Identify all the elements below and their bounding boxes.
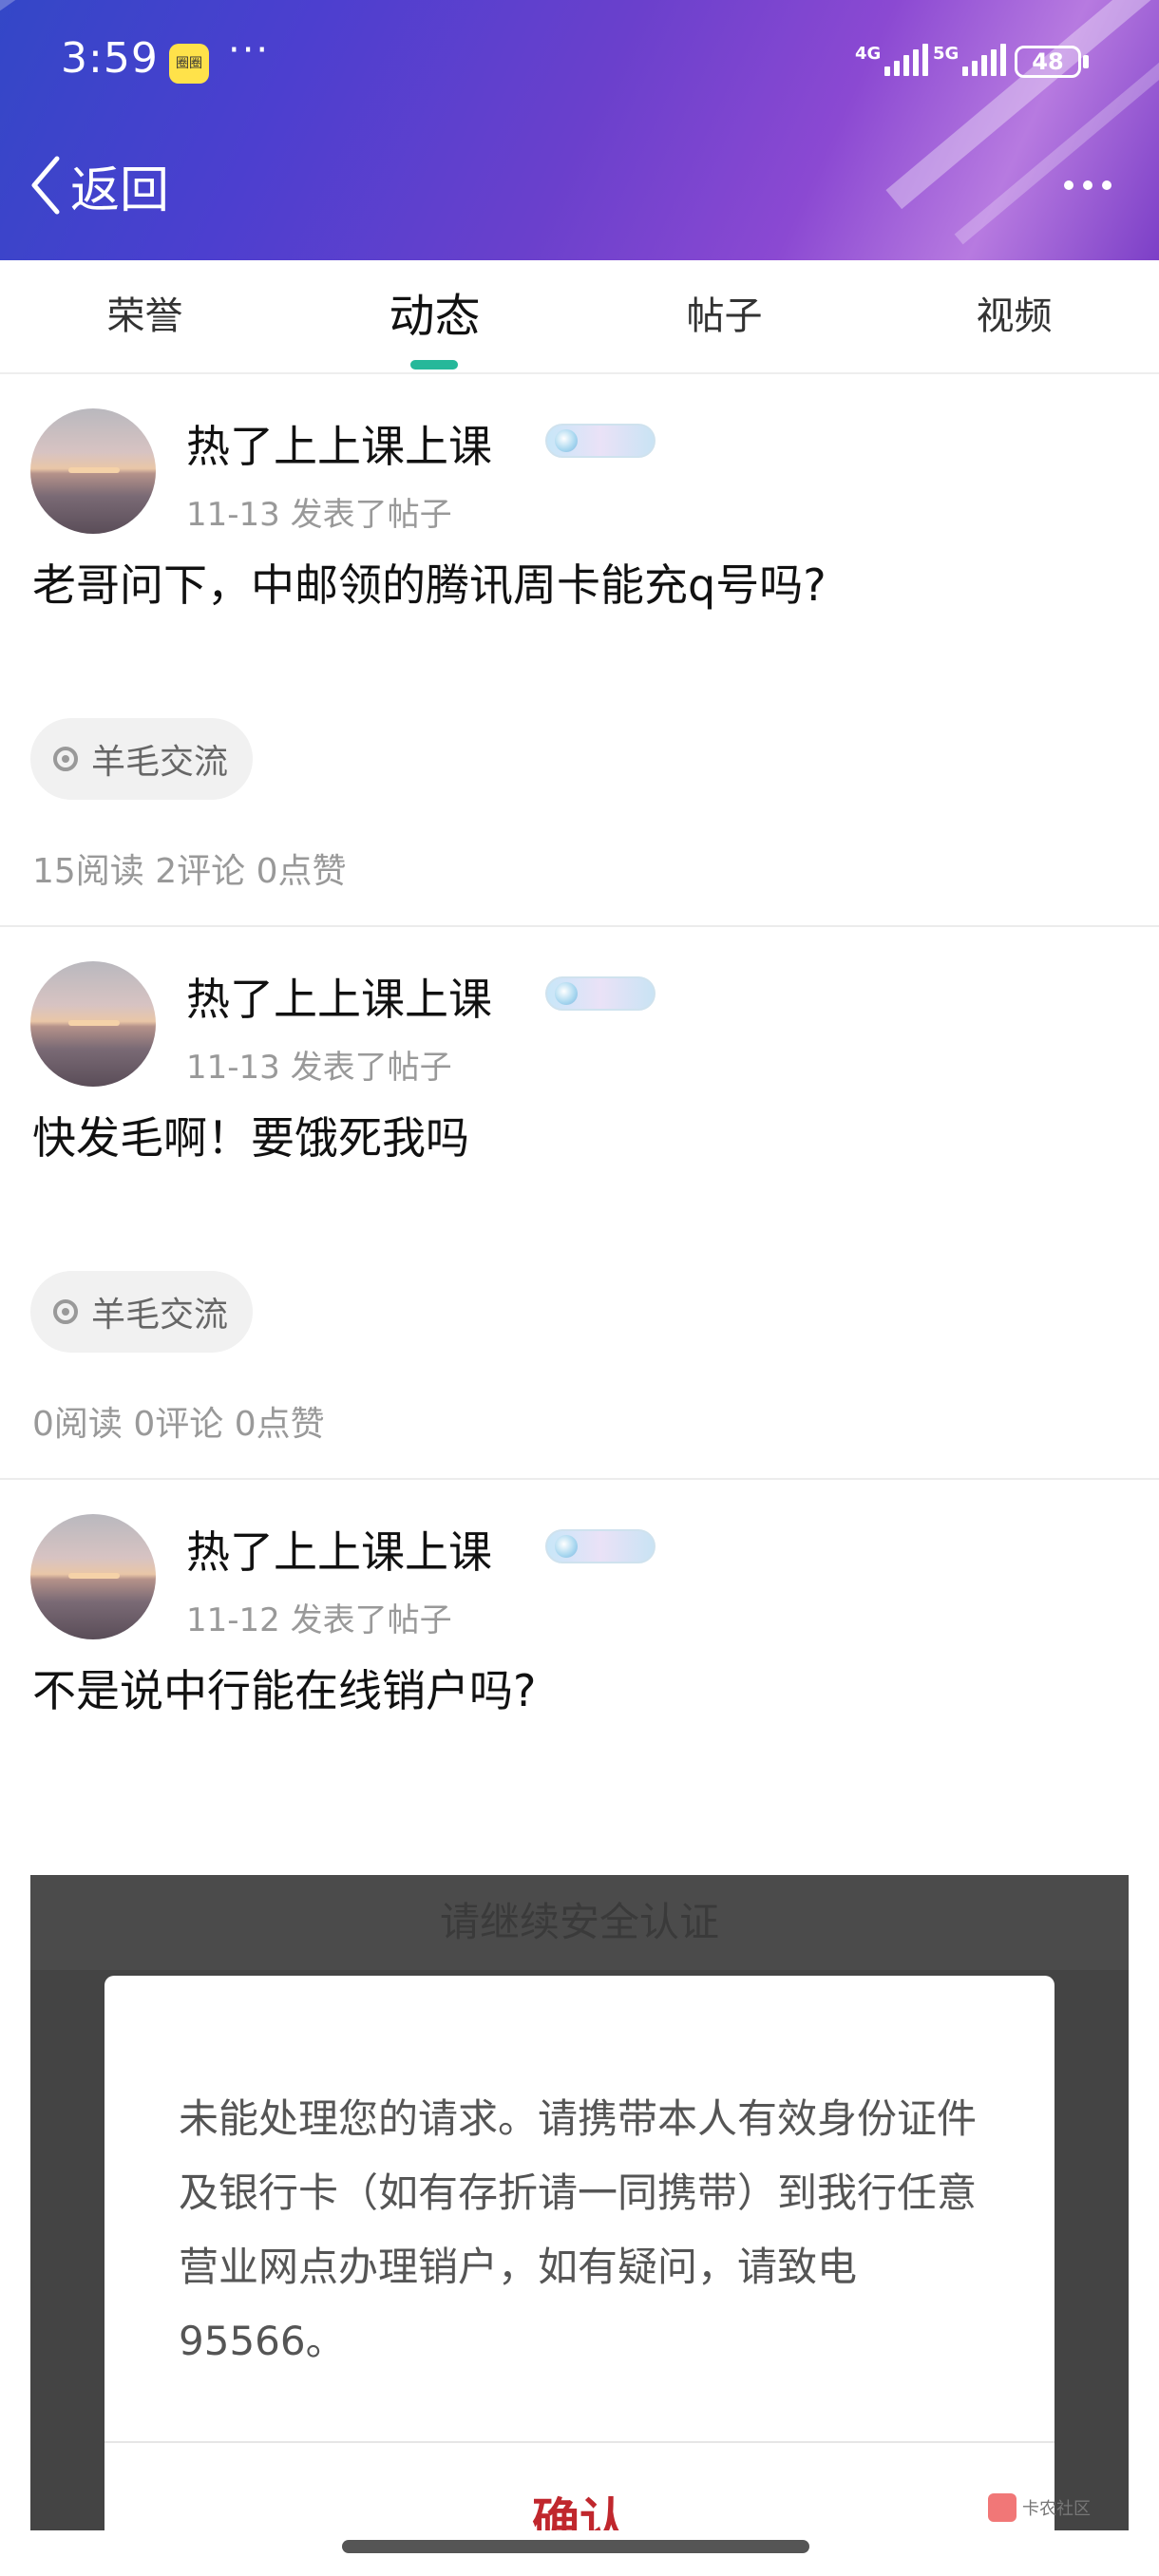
post-stats: 15阅读 2评论 0点赞 — [32, 852, 347, 891]
post-meta: 11-13 发表了帖子 — [186, 496, 452, 534]
status-more-icon: ··· — [228, 28, 271, 72]
tab-bar: 荣誉 动态 帖子 视频 — [0, 260, 1159, 374]
post-image[interactable]: 请继续安全认证 未能处理您的请求。请携带本人有效身份证件及银行卡（如有存折请一同… — [30, 1875, 1129, 2530]
post-content[interactable]: 老哥问下，中邮领的腾讯周卡能充q号吗? — [32, 551, 826, 614]
more-options-button[interactable] — [1054, 169, 1121, 201]
avatar[interactable] — [30, 961, 156, 1087]
feed-item[interactable]: 热了上上课上课 11-13 发表了帖子 老哥问下，中邮领的腾讯周卡能充q号吗? … — [0, 374, 1159, 925]
tab-posts[interactable]: 帖子 — [580, 260, 869, 374]
topic-icon — [53, 747, 78, 771]
author-name[interactable]: 热了上上课上课 — [186, 1518, 492, 1581]
signal-4g-icon: 4G — [855, 44, 929, 76]
topic-tag[interactable]: 羊毛交流 — [30, 1271, 254, 1353]
tab-activity[interactable]: 动态 — [290, 260, 580, 374]
chevron-left-icon — [31, 156, 60, 215]
user-level-badge — [545, 424, 656, 458]
topic-tag[interactable]: 羊毛交流 — [30, 718, 254, 800]
status-time: 3:59 — [61, 34, 159, 83]
back-label: 返回 — [70, 161, 170, 219]
post-meta: 11-13 发表了帖子 — [186, 1049, 452, 1087]
app-notification-icon: 圈圈 — [169, 44, 209, 84]
watermark-logo-icon — [988, 2493, 1016, 2522]
post-content[interactable]: 不是说中行能在线销户吗? — [32, 1657, 536, 1719]
embedded-confirm-label: 确认 — [532, 2493, 627, 2530]
watermark: 卡农社区 — [988, 2489, 1112, 2527]
embedded-dialog-message: 未能处理您的请求。请携带本人有效身份证件及银行卡（如有存折请一同携带）到我行任意… — [179, 2095, 978, 2364]
embedded-dialog: 未能处理您的请求。请携带本人有效身份证件及银行卡（如有存折请一同携带）到我行任意… — [104, 1976, 1054, 2530]
active-tab-indicator — [410, 360, 458, 369]
header: 3:59 圈圈 ··· 4G 5G 48 返回 — [0, 0, 1159, 260]
author-name[interactable]: 热了上上课上课 — [186, 412, 492, 475]
tab-videos[interactable]: 视频 — [869, 260, 1159, 374]
avatar[interactable] — [30, 1514, 156, 1639]
feed-item[interactable]: 热了上上课上课 11-13 发表了帖子 快发毛啊！要饿死我吗 羊毛交流 0阅读 … — [0, 927, 1159, 1478]
post-meta: 11-12 发表了帖子 — [186, 1601, 452, 1639]
embedded-dialog-title: 请继续安全认证 — [30, 1875, 1129, 1970]
user-level-badge — [545, 1529, 656, 1563]
post-stats: 0阅读 0评论 0点赞 — [32, 1405, 325, 1444]
author-name[interactable]: 热了上上课上课 — [186, 965, 492, 1028]
tab-honor[interactable]: 荣誉 — [0, 260, 290, 374]
post-content[interactable]: 快发毛啊！要饿死我吗 — [32, 1104, 469, 1166]
app-screen: 3:59 圈圈 ··· 4G 5G 48 返回 荣誉 动态 帖子 视频 热了上上… — [0, 0, 1159, 2576]
signal-5g-icon: 5G — [933, 44, 1007, 76]
user-level-badge — [545, 976, 656, 1011]
back-button[interactable]: 返回 — [28, 152, 170, 219]
home-indicator[interactable] — [342, 2540, 809, 2553]
topic-icon — [53, 1299, 78, 1324]
battery-icon: 48 — [1015, 46, 1081, 78]
avatar[interactable] — [30, 408, 156, 534]
